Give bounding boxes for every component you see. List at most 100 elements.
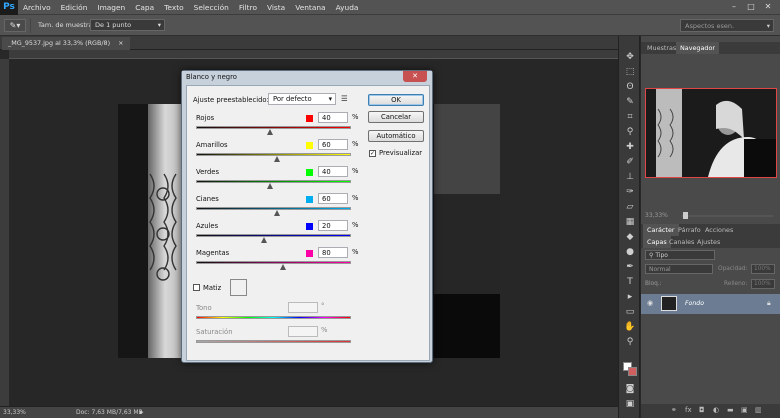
- eraser-tool-icon[interactable]: ▱: [624, 202, 636, 212]
- brush-tool-icon[interactable]: ✐: [624, 157, 636, 167]
- fill-field[interactable]: 100%: [751, 279, 775, 289]
- menu-seleccion[interactable]: Selección: [189, 0, 234, 15]
- tab-ajustes[interactable]: Ajustes: [693, 236, 724, 248]
- maximize-button[interactable]: □: [745, 2, 757, 12]
- workspace-select[interactable]: Aspectos esen. ▾: [680, 19, 774, 32]
- eyedropper-tool-icon[interactable]: ⚲: [624, 127, 636, 137]
- clone-stamp-icon[interactable]: ⊥: [624, 172, 636, 182]
- gradient-tool-icon[interactable]: ▦: [624, 217, 636, 227]
- saturation-slider[interactable]: [196, 340, 351, 343]
- hue-slider[interactable]: [196, 316, 351, 319]
- percent-unit: %: [352, 221, 359, 229]
- menu-ayuda[interactable]: Ayuda: [331, 0, 364, 15]
- history-brush-icon[interactable]: ✑: [624, 187, 636, 197]
- zoom-readout[interactable]: 33,33%: [3, 409, 26, 416]
- close-tab-icon[interactable]: ×: [118, 39, 123, 47]
- dodge-tool-icon[interactable]: ●: [624, 247, 636, 257]
- arrow-right-icon[interactable]: ▸: [140, 408, 144, 416]
- slider-thumb-magentas[interactable]: [279, 264, 286, 270]
- sample-size-select[interactable]: De 1 punto ▾: [90, 19, 165, 31]
- slider-thumb-rojos[interactable]: [267, 129, 274, 135]
- path-selection-icon[interactable]: ▸: [624, 292, 636, 302]
- fx-icon[interactable]: fx: [685, 406, 692, 414]
- auto-button[interactable]: Automático: [368, 130, 424, 142]
- ok-button[interactable]: OK: [368, 94, 424, 106]
- slider-track-magentas[interactable]: [196, 261, 351, 264]
- value-field-verdes[interactable]: 40: [318, 166, 348, 177]
- adjustment-layer-icon[interactable]: ◐: [713, 406, 719, 414]
- saturation-field[interactable]: [288, 326, 318, 337]
- panel-area: Muestras Navegador 33,33% Carácter Párra…: [641, 36, 780, 418]
- menu-vista[interactable]: Vista: [262, 0, 290, 15]
- background-color-swatch[interactable]: [628, 367, 637, 376]
- chevron-down-icon: ▾: [157, 21, 161, 29]
- zoom-tool-icon[interactable]: ⚲: [624, 337, 636, 347]
- menu-edicion[interactable]: Edición: [56, 0, 93, 15]
- value-field-cianes[interactable]: 60: [318, 193, 348, 204]
- hue-field[interactable]: [288, 302, 318, 313]
- trash-icon[interactable]: ▥: [755, 406, 762, 414]
- blur-tool-icon[interactable]: ◆: [624, 232, 636, 242]
- quick-mask-icon[interactable]: ◙: [624, 384, 636, 394]
- move-tool-icon[interactable]: ✥: [624, 52, 636, 62]
- close-window-button[interactable]: ✕: [762, 2, 774, 12]
- hand-tool-icon[interactable]: ✋: [624, 322, 636, 332]
- new-group-icon[interactable]: ▬: [727, 406, 734, 414]
- visibility-eye-icon[interactable]: ◉: [647, 299, 653, 307]
- lasso-tool-icon[interactable]: ʘ: [624, 82, 636, 92]
- value-field-azules[interactable]: 20: [318, 220, 348, 231]
- menu-archivo[interactable]: Archivo: [18, 0, 56, 15]
- tint-checkbox[interactable]: [193, 284, 200, 291]
- healing-brush-icon[interactable]: ✚: [624, 142, 636, 152]
- new-layer-icon[interactable]: ▣: [741, 406, 748, 414]
- document-tab[interactable]: _MG_9537.jpg al 33,3% (RGB/8) ×: [2, 37, 130, 50]
- tab-navegador[interactable]: Navegador: [676, 42, 719, 54]
- zoom-slider-thumb[interactable]: [683, 212, 688, 219]
- cancel-button[interactable]: Cancelar: [368, 111, 424, 123]
- crop-tool-icon[interactable]: ⌗: [624, 112, 636, 122]
- navigator-zoom-slider[interactable]: [681, 212, 773, 219]
- value-field-rojos[interactable]: 40: [318, 112, 348, 123]
- dialog-close-button[interactable]: ✕: [403, 71, 427, 82]
- slider-label-azules: Azules: [196, 222, 219, 230]
- screen-mode-icon[interactable]: ▣: [624, 399, 636, 409]
- ruler-left: [0, 59, 9, 406]
- layer-filter-select[interactable]: ⚲ Tipo: [645, 250, 715, 260]
- minimize-button[interactable]: –: [728, 2, 740, 12]
- add-mask-icon[interactable]: ◘: [699, 406, 705, 414]
- slider-track-verdes[interactable]: [196, 180, 351, 183]
- type-tool-icon[interactable]: T: [624, 277, 636, 287]
- preset-select[interactable]: Por defecto ▾: [268, 93, 336, 105]
- menu-texto[interactable]: Texto: [159, 0, 188, 15]
- layer-row-fondo[interactable]: ◉ Fondo 🔒︎: [641, 294, 780, 314]
- menu-ventana[interactable]: Ventana: [290, 0, 330, 15]
- marquee-tool-icon[interactable]: ⬚: [624, 67, 636, 77]
- menu-capa[interactable]: Capa: [130, 0, 159, 15]
- link-layers-icon[interactable]: ⚭: [671, 406, 677, 414]
- slider-track-azules[interactable]: [196, 234, 351, 237]
- slider-thumb-verdes[interactable]: [267, 183, 274, 189]
- preset-options-icon[interactable]: ☰: [341, 94, 348, 103]
- tab-acciones[interactable]: Acciones: [701, 224, 737, 236]
- eyedropper-preset-icon[interactable]: ✎▾: [4, 19, 26, 32]
- slider-track-rojos[interactable]: [196, 126, 351, 129]
- value-field-amarillos[interactable]: 60: [318, 139, 348, 150]
- pen-tool-icon[interactable]: ✒: [624, 262, 636, 272]
- shape-tool-icon[interactable]: ▭: [624, 307, 636, 317]
- menu-imagen[interactable]: Imagen: [92, 0, 130, 15]
- tint-color-swatch[interactable]: [230, 279, 247, 296]
- blend-mode-select[interactable]: Normal: [645, 264, 713, 274]
- document-tab-bar: _MG_9537.jpg al 33,3% (RGB/8) ×: [0, 36, 618, 50]
- navigator-zoom[interactable]: 33,33%: [645, 212, 668, 219]
- navigator-preview[interactable]: [645, 88, 777, 178]
- layer-name[interactable]: Fondo: [685, 300, 704, 307]
- slider-thumb-azules[interactable]: [261, 237, 268, 243]
- menu-filtro[interactable]: Filtro: [234, 0, 262, 15]
- tab-muestras[interactable]: Muestras: [643, 42, 680, 54]
- value-field-magentas[interactable]: 80: [318, 247, 348, 258]
- slider-thumb-amarillos[interactable]: [273, 156, 280, 162]
- slider-thumb-cianes[interactable]: [273, 210, 280, 216]
- preview-checkbox[interactable]: ✓: [369, 150, 376, 157]
- quick-selection-tool-icon[interactable]: ✎: [624, 97, 636, 107]
- opacity-field[interactable]: 100%: [751, 264, 775, 274]
